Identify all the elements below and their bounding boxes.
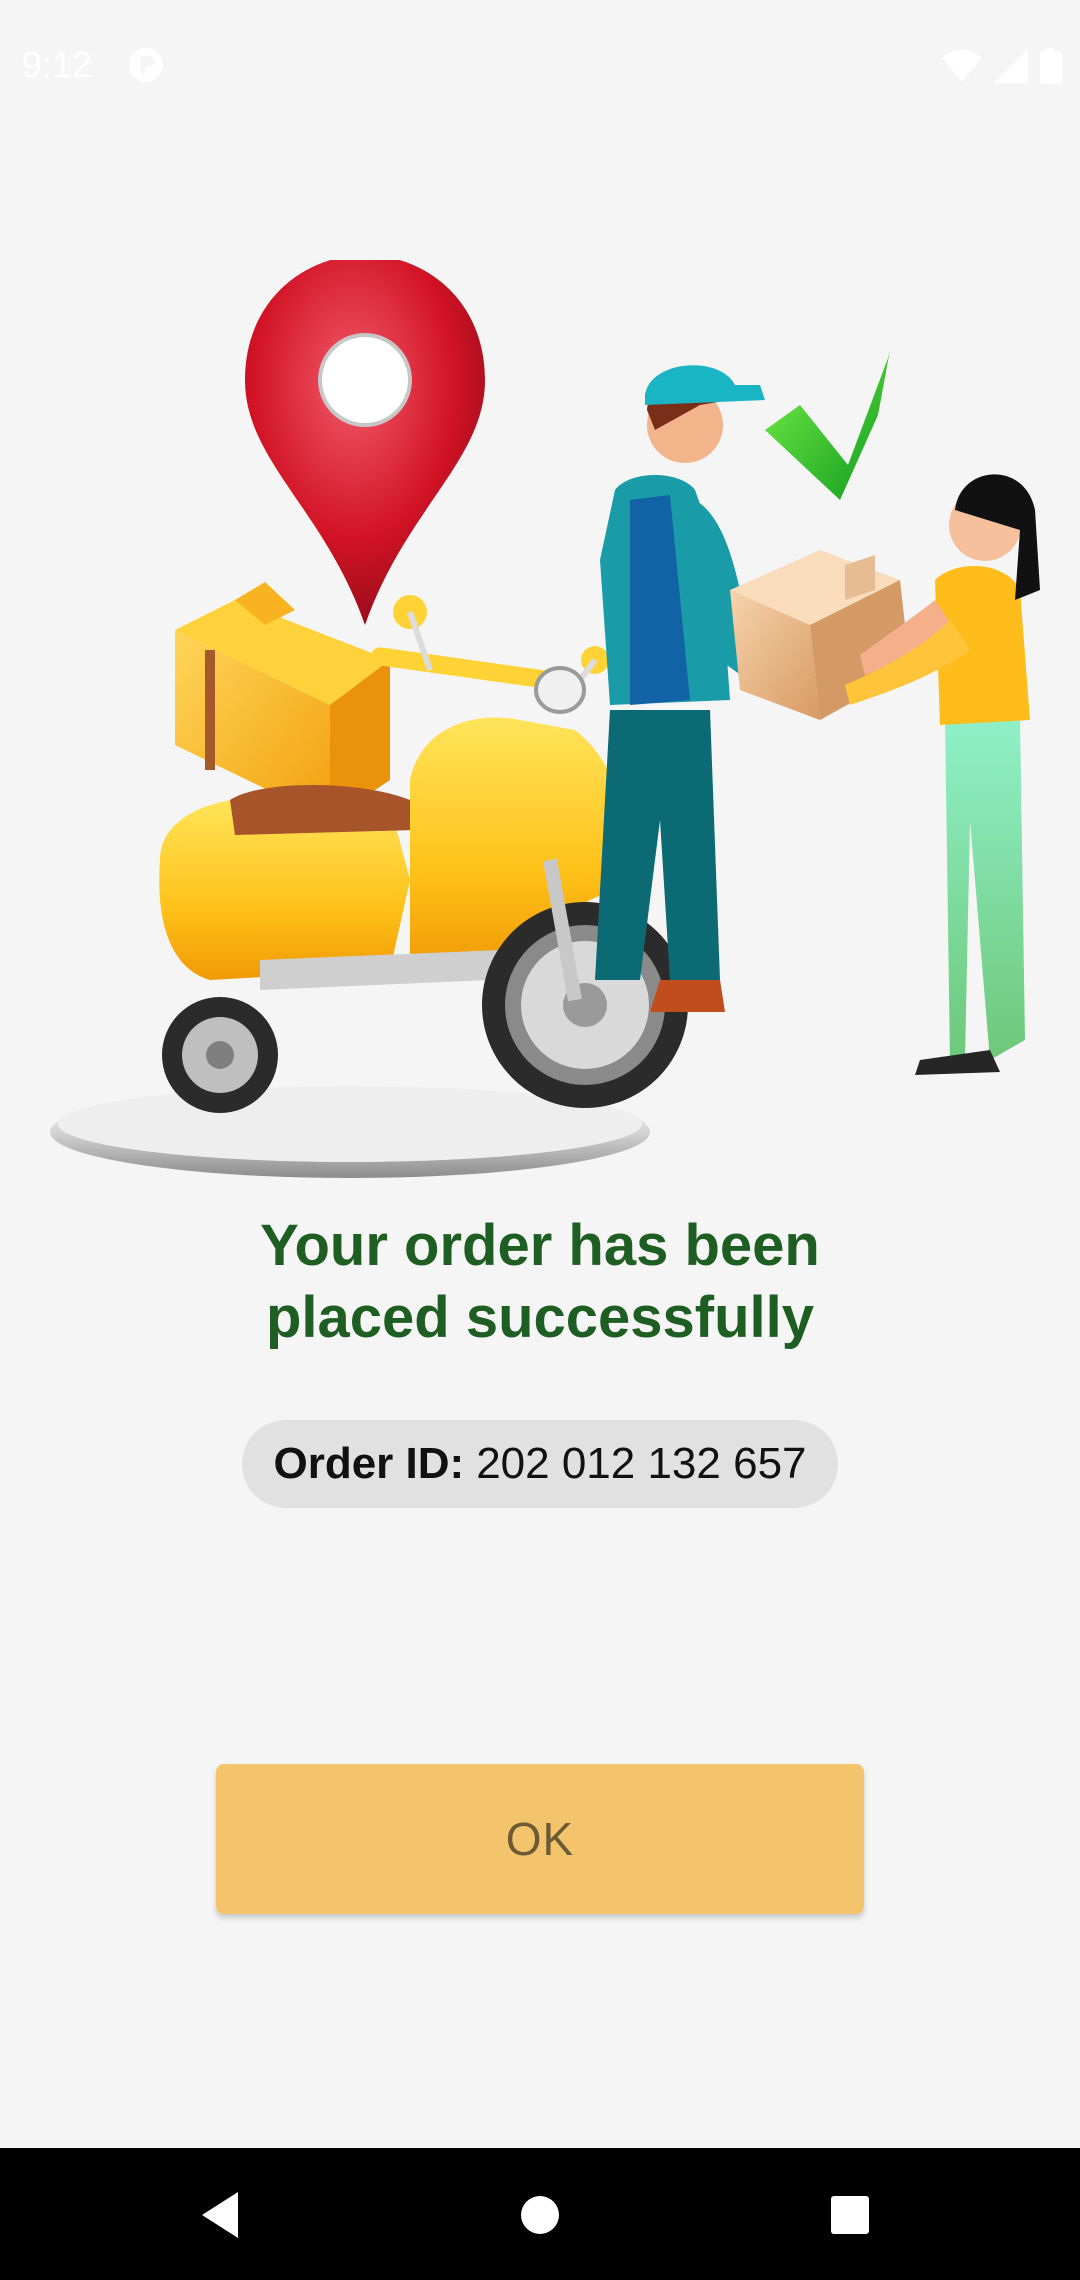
cellular-signal-icon — [994, 49, 1028, 83]
delivery-box — [175, 582, 390, 820]
back-icon[interactable] — [190, 2180, 260, 2250]
map-pin-icon — [245, 260, 485, 625]
navigation-bar — [0, 2148, 1080, 2280]
check-mark-icon — [765, 350, 890, 500]
order-success-illustration — [50, 260, 1040, 1178]
recents-icon[interactable] — [815, 2180, 885, 2250]
app-notification-icon — [129, 48, 163, 82]
headline-line-2: placed successfully — [265, 1285, 815, 1350]
battery-icon — [1040, 48, 1062, 84]
package-box-illustration — [730, 550, 910, 720]
ok-button-label: OK — [505, 1813, 575, 1865]
status-time: 9:12 — [22, 44, 93, 85]
order-success-headline: Your order has been placed successfully — [0, 1210, 1080, 1354]
order-id-value: 202 012 132 657 — [476, 1439, 807, 1488]
home-icon[interactable] — [505, 2180, 575, 2250]
order-id-pill: Order ID: 202 012 132 657 — [242, 1420, 838, 1508]
headline-line-1: Your order has been — [260, 1213, 820, 1278]
status-icons — [942, 46, 1062, 86]
ok-button[interactable]: OK — [216, 1764, 864, 1914]
wifi-icon — [942, 49, 982, 82]
order-id-label: Order ID: — [273, 1439, 465, 1488]
status-bar: 9:12 — [0, 0, 1080, 130]
